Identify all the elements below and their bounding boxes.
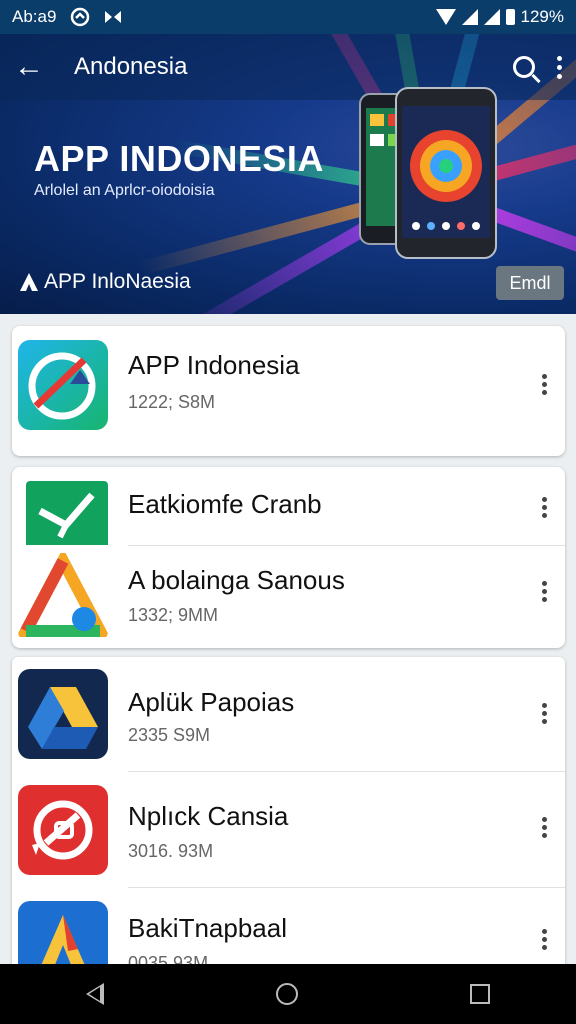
- app-list-card: Aplük Papoias 2335 S9M Nplıck Cansia 301…: [12, 657, 565, 977]
- more-options-icon[interactable]: [542, 929, 547, 950]
- list-item[interactable]: Aplük Papoias 2335 S9M: [12, 657, 565, 771]
- app-name: A bolainga Sanous: [128, 565, 345, 595]
- overflow-menu-icon[interactable]: [557, 55, 562, 79]
- app-meta: 2335 S9M: [128, 725, 211, 745]
- hero-subtitle: Arlolel an Aprlcr-oiodoisia: [34, 182, 215, 199]
- battery-icon: [505, 9, 515, 25]
- nav-back-icon[interactable]: [86, 983, 104, 1005]
- app-name: Eatkiomfe Cranb: [128, 489, 322, 519]
- app-icon: [18, 553, 108, 643]
- system-nav-bar: [0, 964, 576, 1024]
- battery-level: 129%: [520, 7, 564, 26]
- brand-logo-icon: [20, 273, 38, 291]
- app-meta: 1332; 9MM: [128, 605, 219, 625]
- header-action-button[interactable]: Emdl: [496, 266, 564, 300]
- hero-title: APP INDONESIA: [34, 138, 324, 179]
- wifi-icon: [435, 9, 456, 25]
- more-options-icon[interactable]: [542, 703, 547, 724]
- signal-icon-2: [483, 9, 500, 25]
- back-arrow-icon[interactable]: ←: [14, 50, 54, 84]
- brand-label: APP InloNaesia: [44, 270, 191, 293]
- app-card: Eatkiomfe Cranb A bolainga Sanous 1332; …: [12, 467, 565, 648]
- list-item[interactable]: APP Indonesia 1222; S8M: [12, 326, 565, 456]
- status-bar: Ab:a9 129%: [0, 0, 576, 34]
- app-meta: 3016. 93M: [128, 841, 214, 861]
- app-name: Aplük Papoias: [128, 687, 295, 717]
- app-name: Nplıck Cansia: [128, 801, 289, 831]
- list-item[interactable]: Nplıck Cansia 3016. 93M: [12, 771, 565, 887]
- more-options-icon[interactable]: [542, 374, 547, 395]
- nav-home-icon[interactable]: [276, 983, 298, 1005]
- app-icon: [18, 785, 108, 875]
- phones-illustration: [359, 87, 497, 259]
- app-card: APP Indonesia 1222; S8M: [12, 326, 565, 456]
- brand-name: APP InloNaesia: [18, 270, 191, 294]
- app-notification-icon: [71, 7, 90, 27]
- app-name: APP Indonesia: [128, 350, 300, 380]
- more-options-icon[interactable]: [542, 581, 547, 602]
- nav-recents-icon[interactable]: [470, 984, 490, 1004]
- list-item[interactable]: Eatkiomfe Cranb: [12, 467, 565, 545]
- more-options-icon[interactable]: [542, 497, 547, 518]
- notification-icon: [105, 11, 122, 23]
- toolbar-title: Andonesia: [74, 53, 188, 80]
- header-banner: ← Andonesia APP INDONESIA Arlolel an Apr…: [0, 34, 576, 314]
- app-meta: 1222; S8M: [128, 392, 216, 412]
- app-name: BakiTnapbaal: [128, 913, 287, 943]
- status-time: Ab:a9: [12, 7, 57, 26]
- app-icon: [18, 340, 108, 430]
- search-icon[interactable]: [513, 56, 535, 78]
- list-item[interactable]: A bolainga Sanous 1332; 9MM: [12, 545, 565, 648]
- more-options-icon[interactable]: [542, 817, 547, 838]
- app-icon: [18, 669, 108, 759]
- signal-icon: [461, 9, 478, 25]
- app-icon: [26, 481, 108, 545]
